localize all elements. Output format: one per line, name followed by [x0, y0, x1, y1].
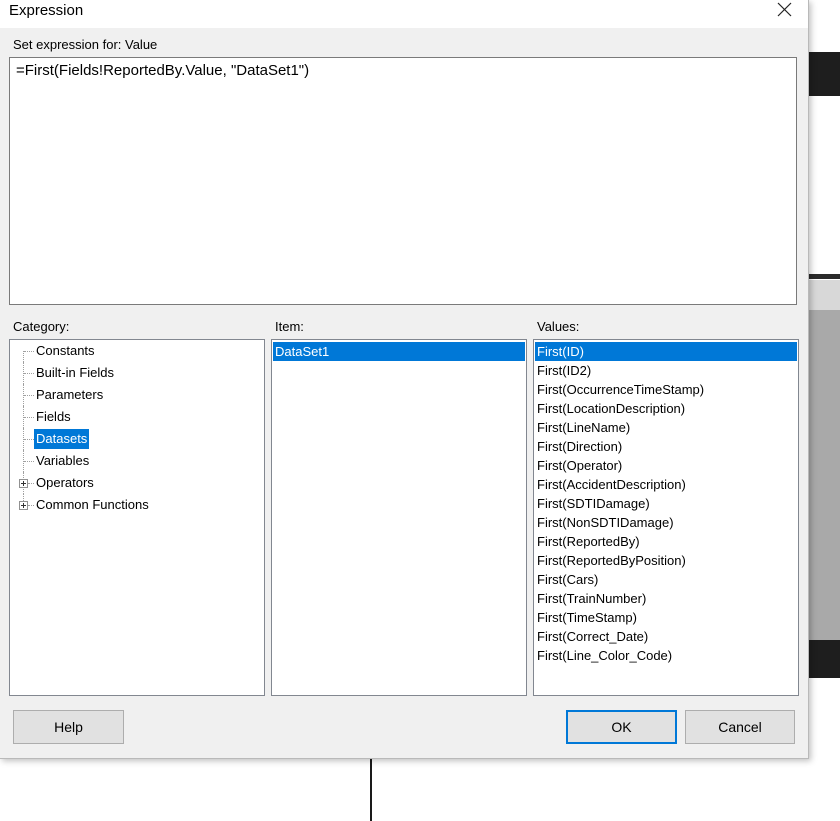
tree-item-operators[interactable]: Operators [10, 472, 264, 494]
close-icon [777, 2, 792, 17]
tree-connector [24, 461, 34, 462]
list-item[interactable]: First(TrainNumber) [534, 589, 798, 608]
tree-item-label: Datasets [34, 429, 90, 449]
list-item[interactable]: First(ID) [535, 342, 797, 361]
tree-connector [24, 373, 34, 374]
category-tree[interactable]: Constants Built-in Fields Parameters Fie… [9, 339, 265, 696]
tree-connector [23, 351, 25, 362]
expand-icon[interactable] [19, 479, 28, 488]
values-list[interactable]: First(ID) First(ID2) First(OccurrenceTim… [533, 339, 799, 696]
tree-item-label: Constants [36, 343, 95, 358]
close-button[interactable] [776, 0, 794, 20]
tree-item-variables[interactable]: Variables [10, 450, 264, 472]
tree-item-label: Common Functions [36, 497, 149, 512]
background-app-dark-band [808, 52, 840, 96]
background-app-light-band [808, 280, 840, 310]
tree-item-parameters[interactable]: Parameters [10, 384, 264, 406]
list-item[interactable]: First(OccurrenceTimeStamp) [534, 380, 798, 399]
list-item[interactable]: First(Cars) [534, 570, 798, 589]
tree-connector [24, 439, 34, 440]
expression-dialog: Expression Set expression for: Value =Fi… [0, 0, 809, 759]
tree-connector [24, 395, 34, 396]
list-item[interactable]: First(ReportedByPosition) [534, 551, 798, 570]
item-label: Item: [275, 319, 304, 334]
tree-item-built-in-fields[interactable]: Built-in Fields [10, 362, 264, 384]
background-app-dark-band-lower [808, 640, 840, 678]
values-label: Values: [537, 319, 580, 334]
list-item[interactable]: First(Correct_Date) [534, 627, 798, 646]
tree-item-constants[interactable]: Constants [10, 340, 264, 362]
tree-item-datasets[interactable]: Datasets [10, 428, 264, 450]
tree-item-label: Fields [36, 409, 71, 424]
list-item[interactable]: First(TimeStamp) [534, 608, 798, 627]
tree-item-label: Built-in Fields [36, 365, 115, 380]
background-app-connector-line [370, 758, 372, 821]
tree-item-common-functions[interactable]: Common Functions [10, 494, 264, 516]
category-label: Category: [13, 319, 70, 334]
expression-label: Set expression for: Value [13, 37, 158, 52]
window-title: Expression [9, 2, 84, 19]
list-item[interactable]: First(LineName) [534, 418, 798, 437]
list-item[interactable]: First(SDTIDamage) [534, 494, 798, 513]
list-item[interactable]: First(NonSDTIDamage) [534, 513, 798, 532]
list-item[interactable]: First(Line_Color_Code) [534, 646, 798, 665]
help-button[interactable]: Help [13, 710, 124, 744]
list-item[interactable]: First(Operator) [534, 456, 798, 475]
item-list[interactable]: DataSet1 [271, 339, 527, 696]
background-app-divider [808, 274, 840, 279]
list-item[interactable]: First(LocationDescription) [534, 399, 798, 418]
title-bar: Expression [0, 0, 808, 28]
tree-item-fields[interactable]: Fields [10, 406, 264, 428]
expand-icon[interactable] [19, 501, 28, 510]
list-item[interactable]: First(ID2) [534, 361, 798, 380]
tree-connector [24, 417, 34, 418]
background-app-gray-panel [808, 310, 840, 640]
list-item[interactable]: First(AccidentDescription) [534, 475, 798, 494]
list-item[interactable]: First(Direction) [534, 437, 798, 456]
tree-item-label: Parameters [36, 387, 104, 402]
tree-item-label: Operators [36, 475, 94, 490]
tree-connector [24, 351, 34, 352]
list-item[interactable]: First(ReportedBy) [534, 532, 798, 551]
list-item-dataset1[interactable]: DataSet1 [273, 342, 525, 361]
ok-button[interactable]: OK [566, 710, 677, 744]
cancel-button[interactable]: Cancel [685, 710, 795, 744]
tree-item-label: Variables [36, 453, 90, 468]
expression-editor[interactable]: =First(Fields!ReportedBy.Value, "DataSet… [9, 57, 797, 305]
